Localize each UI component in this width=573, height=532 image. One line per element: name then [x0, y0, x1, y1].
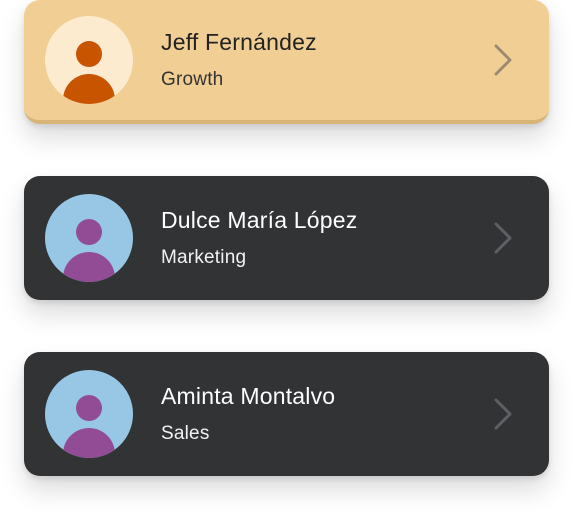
chevron-right-icon[interactable] — [487, 218, 517, 258]
contact-card-jeff-fernandez[interactable]: Jeff Fernández Growth — [24, 0, 549, 124]
avatar-body — [63, 74, 115, 104]
contact-text: Jeff Fernández Growth — [161, 28, 487, 92]
contact-department: Sales — [161, 423, 210, 444]
user-avatar-icon — [45, 194, 133, 282]
chevron-right-icon[interactable] — [487, 394, 517, 434]
contact-name: Dulce María López — [161, 207, 358, 233]
avatar-head — [76, 41, 102, 67]
avatar-body — [63, 428, 115, 458]
contact-department: Marketing — [161, 247, 247, 268]
contact-list: Jeff Fernández Growth Dulce María López … — [0, 0, 573, 532]
user-avatar-icon — [45, 370, 133, 458]
contact-text: Aminta Montalvo Sales — [161, 382, 487, 446]
avatar-head — [76, 395, 102, 421]
contact-card-dulce-maria-lopez[interactable]: Dulce María López Marketing — [24, 176, 549, 300]
chevron-right-icon[interactable] — [487, 40, 517, 80]
contact-department: Growth — [161, 69, 224, 90]
contact-text: Dulce María López Marketing — [161, 206, 487, 270]
avatar-body — [63, 252, 115, 282]
user-avatar-icon — [45, 16, 133, 104]
avatar-head — [76, 219, 102, 245]
contact-card-aminta-montalvo[interactable]: Aminta Montalvo Sales — [24, 352, 549, 476]
contact-name: Jeff Fernández — [161, 29, 317, 55]
contact-name: Aminta Montalvo — [161, 383, 336, 409]
